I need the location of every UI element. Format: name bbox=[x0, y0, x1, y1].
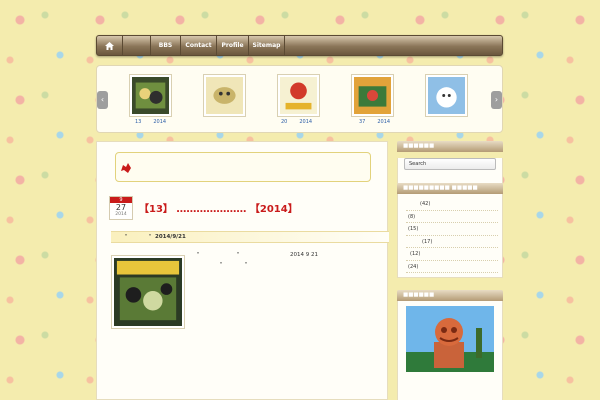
meta-quote-close: " bbox=[149, 234, 152, 240]
thumb-image bbox=[206, 77, 243, 114]
caption-year: 2014 bbox=[299, 119, 313, 125]
slider-thumb-2[interactable] bbox=[203, 74, 246, 117]
image-widget-header: ■■■■■■ bbox=[397, 290, 503, 301]
slider-caption-4[interactable]: 37 2014 bbox=[359, 119, 402, 125]
shisa-statue-image[interactable] bbox=[406, 306, 494, 372]
post-text-quote-3: " bbox=[220, 262, 223, 268]
shisa-icon bbox=[121, 163, 131, 173]
post-text-quote-1: " bbox=[197, 252, 200, 258]
sidebar-search-widget: ■■■■■■ Search bbox=[397, 141, 503, 184]
post-text-quote-4: " bbox=[245, 262, 248, 268]
category-item[interactable]: (24) bbox=[406, 261, 498, 273]
chevron-left-icon: ‹ bbox=[100, 95, 105, 104]
slider-thumb-1[interactable] bbox=[129, 74, 172, 117]
nav-item-sitemap[interactable]: Sitemap bbox=[249, 36, 285, 55]
sidebar-image-widget: ■■■■■■ bbox=[397, 290, 503, 400]
slider-caption-1[interactable]: 13 2014 bbox=[135, 119, 178, 125]
thumb-image bbox=[428, 77, 465, 114]
nav-item-bbs[interactable]: BBS bbox=[151, 36, 181, 55]
category-item[interactable]: (42) bbox=[406, 198, 498, 211]
slider-caption-3[interactable]: 20 2014 bbox=[281, 119, 324, 125]
post-day: 27 bbox=[115, 203, 127, 212]
caption-number: 37 bbox=[359, 119, 366, 125]
caption-year: 2014 bbox=[377, 119, 391, 125]
home-button[interactable] bbox=[97, 36, 123, 55]
main-nav: BBS Contact Profile Sitemap bbox=[96, 35, 503, 56]
caption-number: 20 bbox=[281, 119, 288, 125]
search-widget-header: ■■■■■■ bbox=[397, 141, 503, 152]
sidebar-categories-widget: ■■■■■■■■■ ■■■■■ (42) (8) (15) (17) (12) … bbox=[397, 183, 503, 278]
nav-item-profile[interactable]: Profile bbox=[217, 36, 249, 55]
meta-date: 2014/9/21 bbox=[155, 234, 186, 240]
slider-thumb-3[interactable] bbox=[277, 74, 320, 117]
slider-next-button[interactable]: › bbox=[491, 91, 502, 109]
caption-year: 2014 bbox=[153, 119, 167, 125]
thumb-image bbox=[132, 77, 169, 114]
main-content: 9 27 2014 【13】 ………………… 【2014】 " " 2014/9… bbox=[96, 141, 389, 400]
chevron-right-icon: › bbox=[494, 95, 499, 104]
post-date-badge: 9 27 2014 bbox=[109, 196, 133, 220]
thumb-image bbox=[280, 77, 317, 114]
post-meta-bar: " " 2014/9/21 bbox=[111, 231, 389, 243]
categories-widget-header: ■■■■■■■■■ ■■■■■ bbox=[397, 183, 503, 194]
search-input[interactable]: Search bbox=[404, 158, 496, 170]
slider-thumb-5[interactable] bbox=[425, 74, 468, 117]
caption-number: 13 bbox=[135, 119, 142, 125]
category-item[interactable]: (17) bbox=[406, 236, 498, 248]
slider-prev-button[interactable]: ‹ bbox=[97, 91, 108, 109]
image-slider: ‹ › 13 2014 20 2014 37 2014 bbox=[96, 65, 503, 133]
category-item[interactable]: (15) bbox=[406, 223, 498, 236]
post-text-date: 2014 9 21 bbox=[290, 252, 318, 258]
home-icon bbox=[105, 41, 114, 50]
nav-item-blank[interactable] bbox=[123, 36, 151, 55]
thumb-image bbox=[354, 77, 391, 114]
meta-quote-open: " bbox=[125, 234, 128, 240]
category-item[interactable]: (12) bbox=[406, 248, 498, 261]
category-item[interactable]: (8) bbox=[406, 211, 498, 223]
post-poster-image bbox=[114, 258, 182, 326]
post-title[interactable]: 【13】 ………………… 【2014】 bbox=[139, 200, 298, 215]
notice-box bbox=[115, 152, 371, 182]
nav-item-contact[interactable]: Contact bbox=[181, 36, 217, 55]
slider-thumb-4[interactable] bbox=[351, 74, 394, 117]
post-text-quote-2: " bbox=[237, 252, 240, 258]
post-image[interactable] bbox=[111, 255, 185, 329]
post-year: 2014 bbox=[115, 212, 127, 217]
